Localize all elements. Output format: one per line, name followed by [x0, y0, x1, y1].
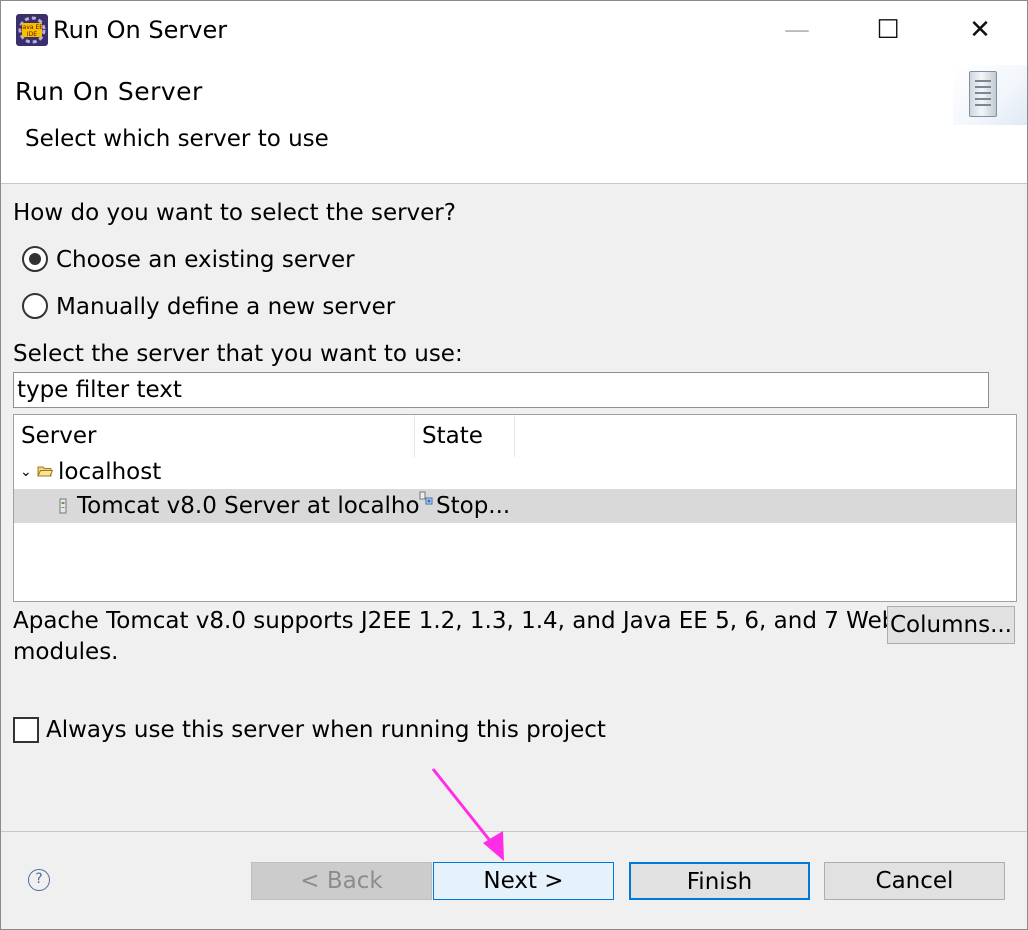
server-description-line2: modules. [13, 639, 119, 665]
tomcat-server-icon [59, 498, 67, 514]
filter-input[interactable] [13, 372, 989, 408]
footer-separator [1, 831, 1027, 832]
stopped-state-icon [419, 491, 433, 505]
tree-row-localhost[interactable]: ⌄ localhost [14, 455, 1016, 489]
close-button[interactable]: ✕ [934, 1, 1026, 59]
next-button[interactable]: Next > [433, 862, 614, 900]
server-name: Tomcat v8.0 Server at localho [77, 493, 420, 519]
column-header-state[interactable]: State [415, 415, 515, 457]
cancel-button[interactable]: Cancel [824, 862, 1005, 900]
banner-image [953, 65, 1027, 125]
wizard-page-description: Select which server to use [25, 126, 329, 152]
svg-text:Java EE: Java EE [20, 24, 43, 31]
radio-choose-existing-indicator[interactable] [22, 246, 48, 272]
server-state: Stop... [436, 493, 511, 519]
server-icon [969, 71, 997, 117]
window-title: Run On Server [53, 16, 228, 44]
columns-button[interactable]: Columns... [887, 606, 1015, 644]
folder-icon [37, 466, 53, 477]
selection-question: How do you want to select the server? [13, 200, 456, 226]
help-icon[interactable]: ? [28, 869, 50, 891]
server-list-label: Select the server that you want to use: [13, 341, 463, 367]
column-header-server[interactable]: Server [14, 415, 415, 457]
wizard-page-title: Run On Server [15, 77, 203, 106]
always-use-checkbox-label[interactable]: Always use this server when running this… [46, 714, 606, 746]
run-on-server-dialog: Java EE IDE Run On Server — ☐ ✕ Run On S… [0, 0, 1028, 930]
back-button[interactable]: < Back [251, 862, 432, 900]
title-bar: Java EE IDE Run On Server — ☐ ✕ [1, 1, 1027, 59]
server-table[interactable]: Server State ⌄ localhost Tomcat v8.0 Ser… [13, 414, 1017, 602]
svg-text:IDE: IDE [27, 31, 37, 38]
radio-manual-define-label[interactable]: Manually define a new server [56, 291, 395, 323]
radio-choose-existing-label[interactable]: Choose an existing server [56, 244, 355, 276]
radio-manual-define-indicator[interactable] [22, 293, 48, 319]
tree-row-tomcat-server[interactable]: Tomcat v8.0 Server at localho Stop... [14, 489, 1016, 523]
java-ee-ide-icon: Java EE IDE [16, 14, 48, 46]
server-name: localhost [58, 459, 162, 485]
expand-chevron-icon[interactable]: ⌄ [20, 455, 32, 489]
always-use-checkbox-box[interactable] [13, 717, 39, 743]
wizard-banner: Run On Server Select which server to use [1, 59, 1027, 184]
minimize-button[interactable]: — [751, 1, 843, 59]
maximize-button[interactable]: ☐ [842, 1, 934, 59]
server-description-line1: Apache Tomcat v8.0 supports J2EE 1.2, 1.… [13, 608, 897, 634]
finish-button[interactable]: Finish [629, 862, 810, 900]
